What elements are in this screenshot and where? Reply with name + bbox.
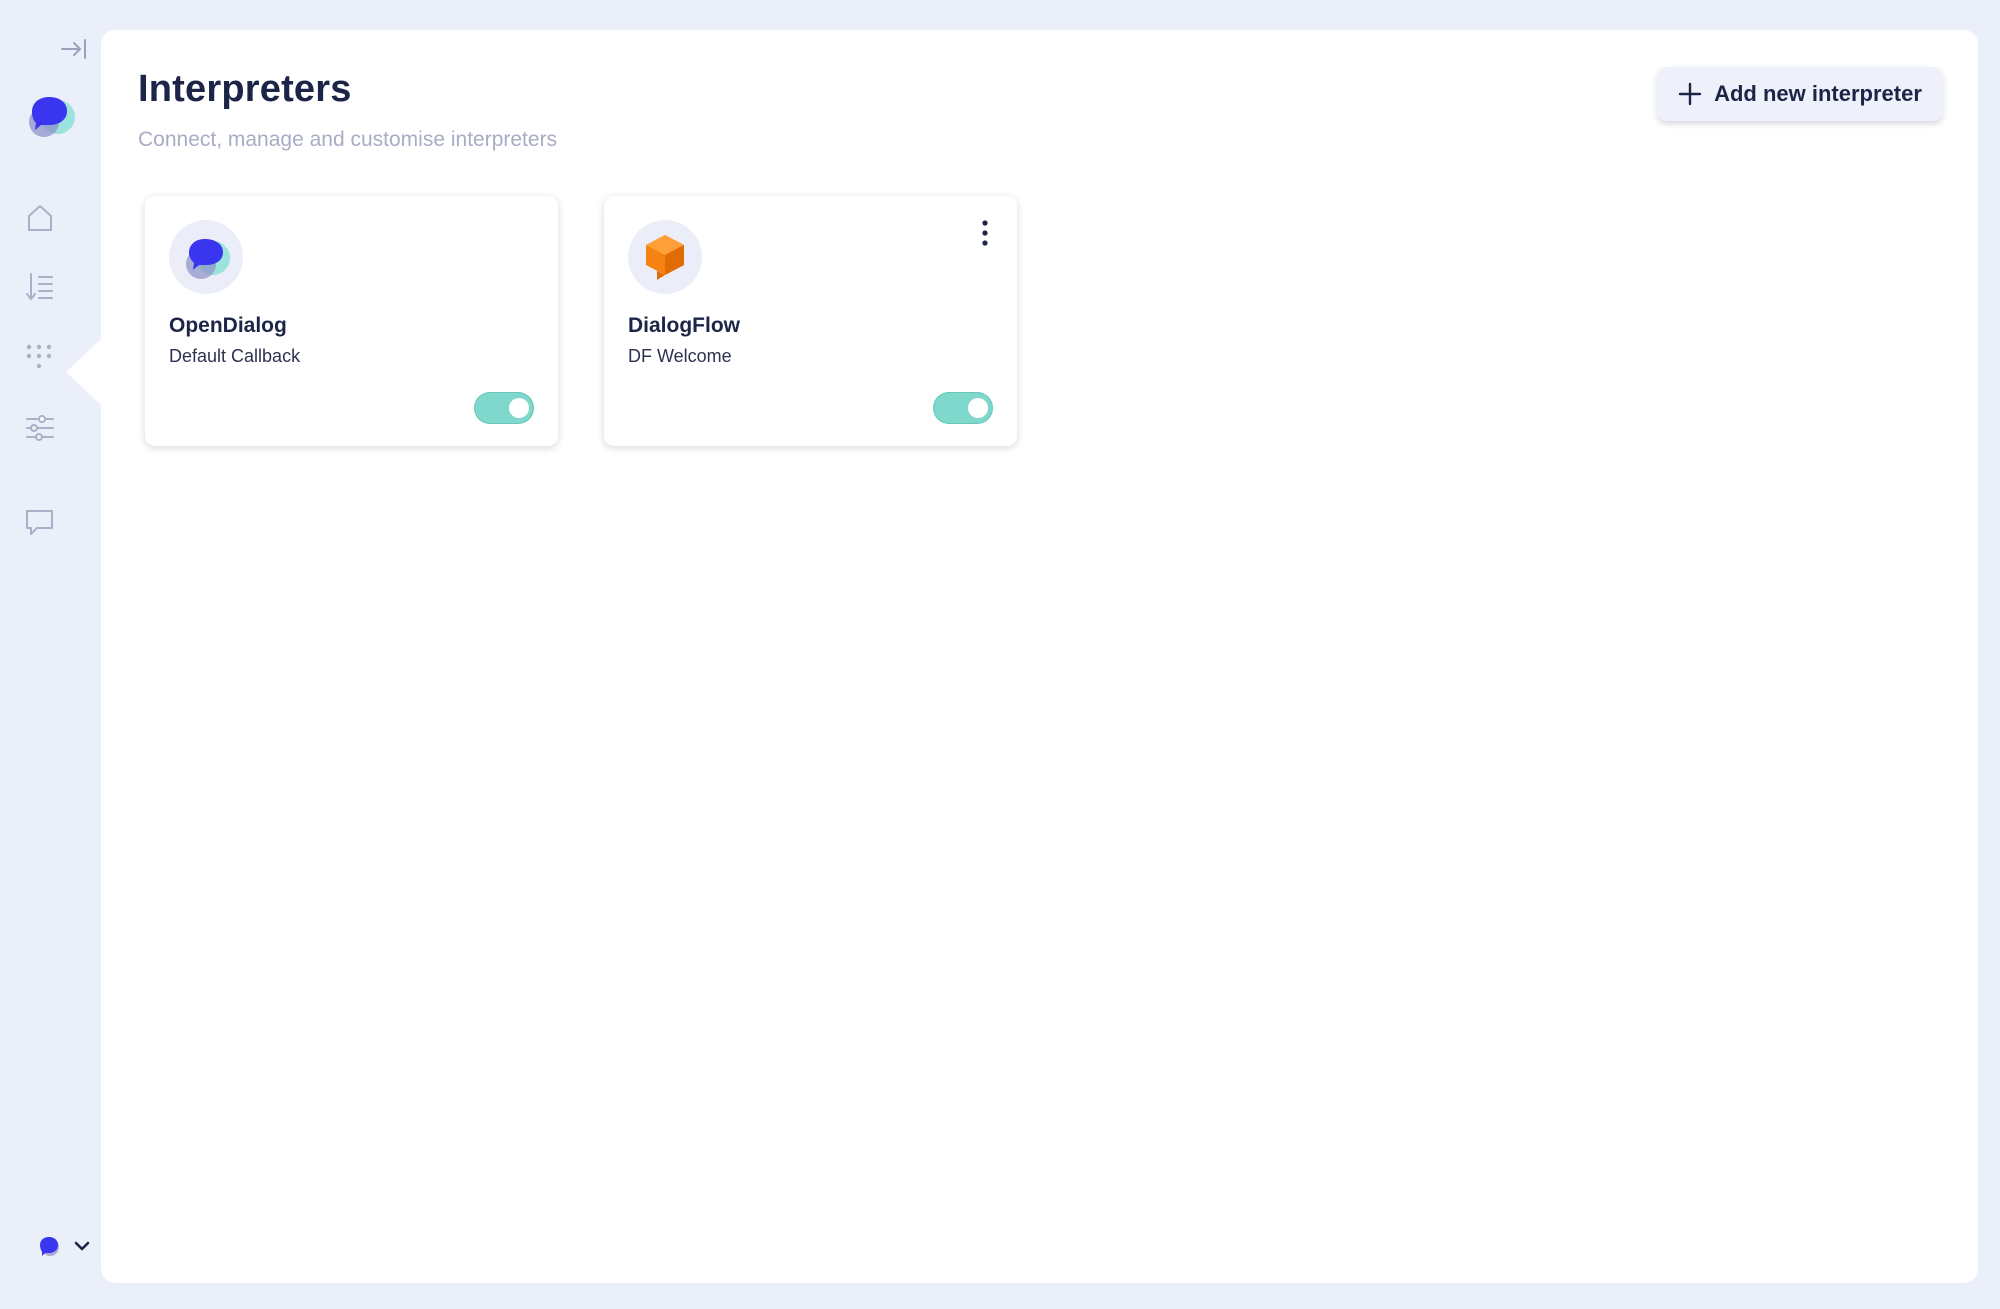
dialogflow-logo-icon bbox=[628, 235, 702, 298]
home-icon bbox=[22, 205, 58, 240]
main-panel: Interpreters Connect, manage and customi… bbox=[101, 30, 1978, 1283]
sliders-icon bbox=[22, 415, 58, 450]
interpreter-name: DialogFlow bbox=[628, 314, 740, 337]
interpreter-icon-container bbox=[169, 220, 243, 294]
nav-settings[interactable] bbox=[22, 410, 58, 446]
interpreter-card-opendialog[interactable]: OpenDialog Default Callback bbox=[145, 196, 558, 446]
add-interpreter-button[interactable]: Add new interpreter bbox=[1657, 67, 1943, 121]
collapse-sidebar-icon[interactable] bbox=[60, 36, 88, 62]
opendialog-logo-icon bbox=[169, 239, 243, 298]
nav-conversations[interactable] bbox=[22, 269, 58, 305]
workspace-switcher[interactable] bbox=[34, 1232, 96, 1262]
nav-interpreters[interactable] bbox=[22, 338, 58, 374]
ordered-list-icon bbox=[22, 273, 58, 309]
interpreter-name: OpenDialog bbox=[169, 314, 287, 337]
active-nav-indicator bbox=[66, 338, 102, 406]
interpreter-enabled-toggle[interactable] bbox=[474, 392, 534, 424]
plus-icon bbox=[1678, 82, 1702, 106]
interpreter-icon-container bbox=[628, 220, 702, 294]
sidebar bbox=[0, 0, 102, 1309]
nav-home[interactable] bbox=[22, 200, 58, 236]
page-title: Interpreters bbox=[138, 68, 352, 110]
chat-bubble-icon bbox=[22, 510, 58, 544]
page-subtitle: Connect, manage and customise interprete… bbox=[138, 128, 558, 151]
dot-grid-icon bbox=[22, 344, 58, 378]
interpreter-description: Default Callback bbox=[169, 346, 301, 366]
nav-messages[interactable] bbox=[22, 504, 58, 540]
add-interpreter-label: Add new interpreter bbox=[1714, 81, 1922, 106]
interpreter-enabled-toggle[interactable] bbox=[933, 392, 993, 424]
interpreter-description: DF Welcome bbox=[628, 346, 732, 366]
interpreter-card-dialogflow[interactable]: DialogFlow DF Welcome bbox=[604, 196, 1017, 446]
toggle-knob bbox=[509, 398, 529, 418]
toggle-knob bbox=[968, 398, 988, 418]
opendialog-logo-icon[interactable] bbox=[24, 88, 78, 142]
more-options-icon[interactable] bbox=[973, 218, 997, 250]
